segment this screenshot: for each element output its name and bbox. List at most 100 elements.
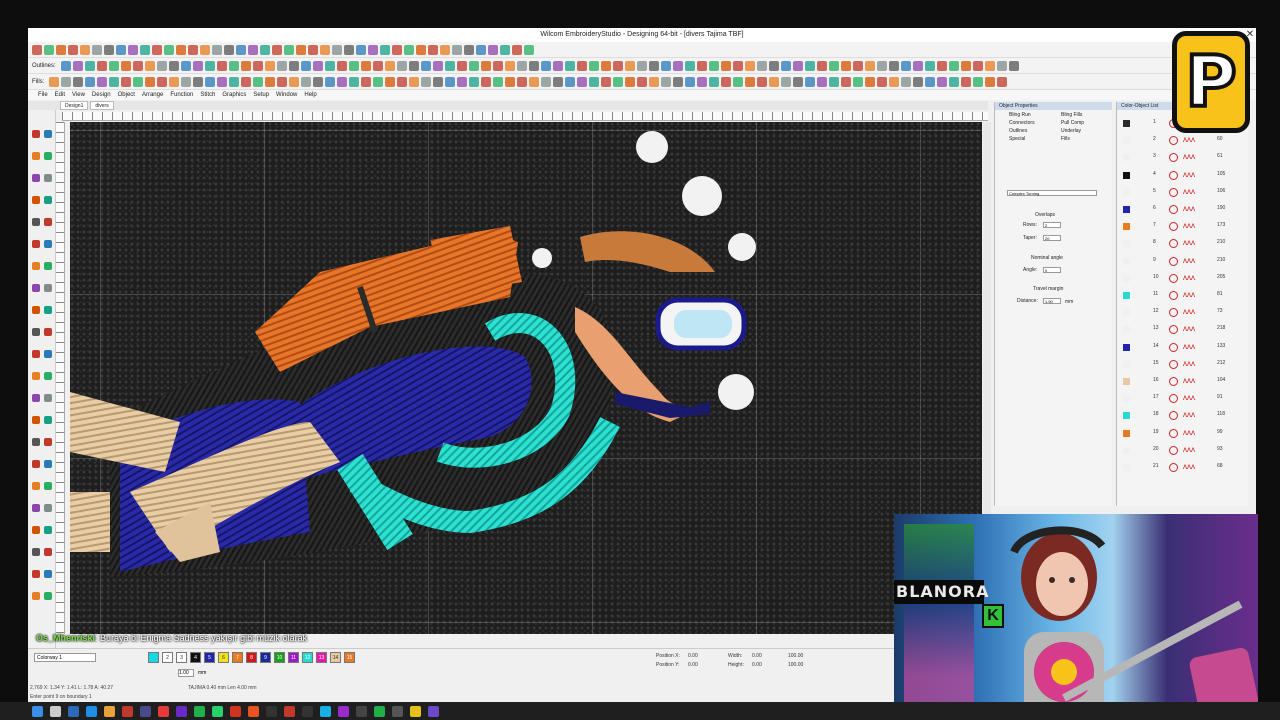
toolbar-icon[interactable] [696, 60, 707, 71]
toolbar-icon[interactable] [817, 76, 828, 87]
toolbox-icon[interactable] [44, 284, 52, 292]
toolbar-icon[interactable] [469, 76, 480, 87]
toolbar-icon[interactable] [840, 60, 851, 71]
taskbar-app-icon[interactable] [212, 705, 223, 717]
toolbar-icon[interactable] [553, 76, 564, 87]
color-object-row[interactable]: 9 ʌʌʌ 210 [1123, 256, 1243, 267]
toolbar-icon[interactable] [68, 44, 78, 55]
toolbar-icon[interactable] [517, 76, 528, 87]
toolbar-icon[interactable] [624, 60, 635, 71]
prop-tab-outlines[interactable]: Outlines [1009, 128, 1027, 134]
toolbar-icon[interactable] [648, 60, 659, 71]
toolbar-icon[interactable] [168, 60, 179, 71]
taskbar-app-icon[interactable] [356, 705, 367, 717]
toolbar-icon[interactable] [229, 76, 240, 87]
toolbar-icon[interactable] [828, 60, 839, 71]
width-percent[interactable]: 100.00 [788, 653, 803, 659]
color-object-row[interactable]: 10 ʌʌʌ 205 [1123, 273, 1243, 284]
toolbar-icon[interactable] [56, 44, 66, 55]
color-object-row[interactable]: 12 ʌʌʌ 73 [1123, 307, 1243, 318]
toolbox-icon[interactable] [44, 328, 52, 336]
toolbar-icon[interactable] [457, 76, 468, 87]
color-object-row[interactable]: 11 ʌʌʌ 81 [1123, 290, 1243, 301]
palette-color-2[interactable]: 3 [176, 652, 187, 663]
toolbar-icon[interactable] [961, 76, 972, 87]
toolbar-icon[interactable] [252, 60, 263, 71]
toolbar-icon[interactable] [32, 44, 42, 55]
toolbar-icon[interactable] [876, 60, 887, 71]
toolbar-icon[interactable] [588, 60, 599, 71]
toolbar-icon[interactable] [313, 76, 324, 87]
toolbar-icon[interactable] [152, 44, 162, 55]
toolbox-icon[interactable] [44, 416, 52, 424]
toolbar-icon[interactable] [92, 44, 102, 55]
toolbar-icon[interactable] [649, 76, 660, 87]
taskbar-app-icon[interactable] [302, 705, 313, 717]
color-object-row[interactable]: 19 ʌʌʌ 99 [1123, 428, 1243, 439]
toolbar-icon[interactable] [600, 60, 611, 71]
toolbar-icon[interactable] [289, 76, 300, 87]
toolbar-icon[interactable] [96, 60, 107, 71]
toolbar-icon[interactable] [708, 60, 719, 71]
toolbox-icon[interactable] [32, 570, 40, 578]
toolbar-icon[interactable] [264, 60, 275, 71]
toolbar-icon[interactable] [732, 60, 743, 71]
toolbar-icon[interactable] [241, 76, 252, 87]
color-object-row[interactable]: 14 ʌʌʌ 133 [1123, 342, 1243, 353]
prop-tab-pull-comp[interactable]: Pull Comp [1061, 120, 1084, 126]
toolbar-icon[interactable] [337, 76, 348, 87]
height-percent[interactable]: 100.00 [788, 662, 803, 668]
toolbar-icon[interactable] [456, 60, 467, 71]
palette-color-6[interactable]: 7 [232, 652, 243, 663]
toolbar-icon[interactable] [488, 44, 498, 55]
palette-color-7[interactable]: 8 [246, 652, 257, 663]
toolbar-icon[interactable] [613, 76, 624, 87]
palette-color-9[interactable]: 10 [274, 652, 285, 663]
toolbar-icon[interactable] [44, 44, 54, 55]
toolbar-icon[interactable] [949, 76, 960, 87]
toolbar-icon[interactable] [372, 60, 383, 71]
palette-color-14[interactable]: 15 [344, 652, 355, 663]
toolbar-icon[interactable] [685, 76, 696, 87]
menu-item-setup[interactable]: Setup [253, 90, 269, 100]
toolbar-icon[interactable] [85, 76, 96, 87]
toolbar-icon[interactable] [601, 76, 612, 87]
taskbar-app-icon[interactable] [248, 705, 259, 717]
taskbar-app-icon[interactable] [104, 705, 115, 717]
toolbar-icon[interactable] [589, 76, 600, 87]
toolbox-icon[interactable] [44, 570, 52, 578]
toolbar-icon[interactable] [637, 76, 648, 87]
toolbar-icon[interactable] [121, 76, 132, 87]
color-object-row[interactable]: 5 ʌʌʌ 106 [1123, 187, 1243, 198]
toolbox-icon[interactable] [44, 460, 52, 468]
palette-color-5[interactable]: 6 [218, 652, 229, 663]
toolbar-icon[interactable] [217, 76, 228, 87]
toolbar-icon[interactable] [660, 60, 671, 71]
prop-tab-underlay[interactable]: Underlay [1061, 128, 1081, 134]
toolbar-icon[interactable] [464, 44, 474, 55]
toolbox-icon[interactable] [32, 262, 40, 270]
toolbar-icon[interactable] [984, 60, 995, 71]
embroidery-diver-artwork[interactable] [70, 122, 982, 634]
toolbar-icon[interactable] [816, 60, 827, 71]
color-object-row[interactable]: 20 ʌʌʌ 93 [1123, 445, 1243, 456]
toolbar-icon[interactable] [432, 60, 443, 71]
toolbox-icon[interactable] [44, 152, 52, 160]
toolbox-icon[interactable] [32, 482, 40, 490]
toolbox-icon[interactable] [44, 394, 52, 402]
toolbar-icon[interactable] [512, 44, 522, 55]
toolbar-icon[interactable] [133, 76, 144, 87]
toolbar-icon[interactable] [188, 44, 198, 55]
color-object-row[interactable]: 13 ʌʌʌ 218 [1123, 324, 1243, 335]
toolbar-icon[interactable] [552, 60, 563, 71]
position-y-value[interactable]: 0.00 [688, 662, 698, 668]
toolbar-icon[interactable] [308, 44, 318, 55]
taskbar-app-icon[interactable] [428, 705, 439, 717]
menu-item-view[interactable]: View [72, 90, 85, 100]
toolbar-icon[interactable] [236, 44, 246, 55]
position-x-value[interactable]: 0.00 [688, 653, 698, 659]
toolbox-icon[interactable] [32, 196, 40, 204]
toolbar-icon[interactable] [709, 76, 720, 87]
toolbar-icon[interactable] [829, 76, 840, 87]
toolbar-icon[interactable] [612, 60, 623, 71]
